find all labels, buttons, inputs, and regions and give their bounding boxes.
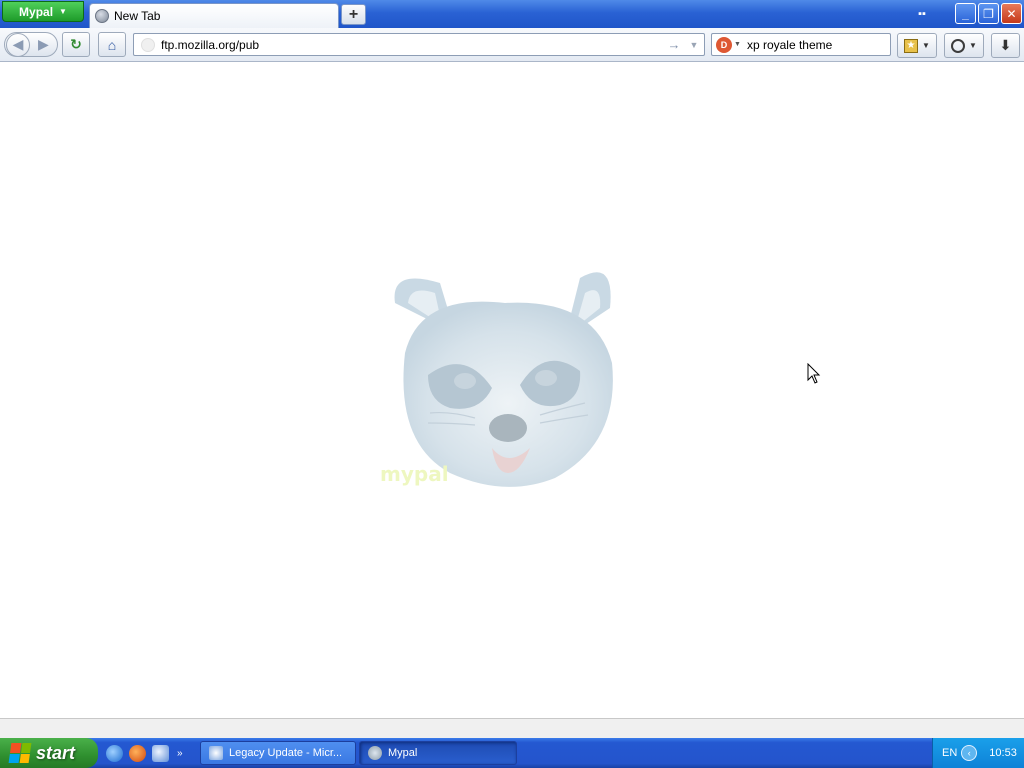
- close-button[interactable]: ✕: [1001, 3, 1022, 24]
- taskbar-item-mypal[interactable]: Mypal: [359, 741, 517, 765]
- page-content[interactable]: mypal: [0, 63, 1024, 718]
- home-icon: ⌂: [107, 36, 117, 53]
- url-input[interactable]: [161, 35, 664, 54]
- globe-icon: [95, 9, 109, 23]
- chevron-down-icon: ▼: [734, 41, 741, 48]
- download-arrow-icon: ⬇: [999, 37, 1012, 53]
- title-bar: Mypal ▼ New Tab + ▪▪ _ ❐ ✕: [0, 0, 1024, 28]
- tab-groups-icon[interactable]: ▪▪: [913, 6, 931, 22]
- downloads-button[interactable]: ⬇: [991, 33, 1020, 58]
- show-hidden-icons-icon[interactable]: ‹: [961, 745, 978, 761]
- mouse-cursor-icon: [807, 363, 821, 384]
- back-forward-buttons: ◀ ▶: [4, 32, 58, 57]
- reload-icon: ↻: [70, 36, 82, 52]
- clock[interactable]: 10:53: [989, 747, 1017, 759]
- taskbar-item-label: Legacy Update - Micr...: [229, 747, 343, 759]
- app-menu-button[interactable]: Mypal ▼: [2, 1, 84, 22]
- start-label: start: [36, 742, 76, 763]
- back-arrow-icon[interactable]: ◀: [6, 32, 30, 57]
- history-button[interactable]: ▼: [944, 33, 984, 58]
- clock-icon: [951, 38, 966, 53]
- mypal-raccoon-logo: mypal: [380, 272, 613, 487]
- mypal-wordmark: mypal: [380, 462, 449, 486]
- tab-title: New Tab: [114, 9, 161, 23]
- windows-flag-icon: [8, 743, 32, 763]
- new-tab-button[interactable]: +: [341, 4, 366, 25]
- chevron-down-icon: ▼: [59, 7, 67, 16]
- mypal-icon: [368, 746, 382, 760]
- bookmarks-button[interactable]: ★ ▼: [897, 33, 937, 58]
- minimize-button[interactable]: _: [955, 3, 976, 24]
- site-identity-icon[interactable]: [141, 37, 155, 52]
- search-input[interactable]: [740, 37, 902, 52]
- tab-new-tab[interactable]: New Tab: [89, 3, 339, 28]
- forward-arrow-icon[interactable]: ▶: [38, 36, 49, 53]
- quick-launch: »: [106, 743, 183, 763]
- taskbar-item-label: Mypal: [388, 747, 418, 759]
- restore-button[interactable]: ❐: [978, 3, 999, 24]
- url-dropdown-icon[interactable]: ▼: [684, 40, 704, 50]
- chevron-down-icon: ▼: [922, 41, 930, 50]
- start-button[interactable]: start: [0, 738, 98, 768]
- reload-button[interactable]: ↻: [62, 32, 90, 57]
- url-bar[interactable]: → ▼: [133, 33, 705, 56]
- home-button[interactable]: ⌂: [98, 32, 126, 57]
- internet-explorer-icon[interactable]: [106, 744, 123, 762]
- system-tray: EN ‹ 10:53: [932, 738, 1024, 768]
- bookmark-star-icon: ★: [904, 38, 919, 53]
- language-indicator[interactable]: EN: [942, 747, 957, 759]
- taskbar-item-legacy-update[interactable]: Legacy Update - Micr...: [200, 741, 356, 765]
- duckduckgo-icon: D: [716, 36, 732, 53]
- app-menu-label: Mypal: [19, 4, 54, 19]
- taskbar: start » Legacy Update - Micr... Mypal EN…: [0, 738, 1024, 768]
- chevron-right-icon[interactable]: »: [177, 748, 183, 759]
- firefox-icon[interactable]: [129, 744, 146, 762]
- chevron-down-icon: ▼: [969, 41, 977, 50]
- search-engine-selector[interactable]: D ▼: [712, 34, 741, 55]
- status-bar: [0, 718, 1024, 738]
- windows-update-icon: [209, 746, 223, 760]
- go-arrow-icon[interactable]: →: [664, 37, 684, 52]
- windows-update-icon[interactable]: [152, 744, 169, 762]
- search-bar[interactable]: D ▼ ⚲: [711, 33, 911, 56]
